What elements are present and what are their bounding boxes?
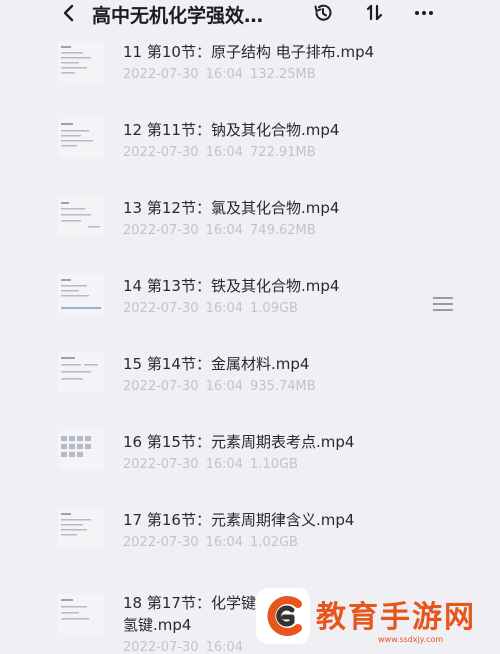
file-name: 13 第12节：氯及其化合物.mp4 <box>123 199 340 217</box>
file-date: 2022-07-30 <box>123 145 199 160</box>
file-name-line2: 氢键.mp4 <box>123 616 192 634</box>
file-row[interactable]: 16 第15节：元素周期表考点.mp4 2022-07-30 16:04 1.10G… <box>0 420 500 498</box>
chevron-left-icon[interactable] <box>60 2 80 24</box>
watermark-text: 教育手游网 <box>316 600 476 635</box>
file-row[interactable]: 12 第11节：钠及其化合物.mp4 2022-07-30 16:04 722.91… <box>0 108 500 186</box>
top-bar: 高中无机化学强效… <box>0 0 500 30</box>
file-name: 17 第16节：元素周期律含义.mp4 <box>123 511 355 529</box>
file-row[interactable]: 15 第14节：金属材料.mp4 2022-07-30 16:04 935.74MB <box>0 342 500 420</box>
video-thumbnail <box>58 42 104 82</box>
file-date: 2022-07-30 <box>123 379 199 394</box>
video-thumbnail <box>58 196 104 236</box>
video-thumbnail <box>58 508 104 548</box>
file-row[interactable]: 17 第16节：元素周期律含义.mp4 2022-07-30 16:04 1.02G… <box>0 498 500 576</box>
file-meta: 2022-07-30 16:04 132.25MB <box>123 67 323 82</box>
video-thumbnail <box>58 274 104 314</box>
file-size: 1.02GB <box>250 535 298 550</box>
file-name: 16 第15节：元素周期表考点.mp4 <box>123 433 355 451</box>
file-meta: 2022-07-30 16:04 <box>123 640 257 654</box>
file-date: 2022-07-30 <box>123 67 199 82</box>
file-time: 16:04 <box>205 535 244 550</box>
file-name: 11 第10节：原子结构 电子排布.mp4 <box>123 43 375 61</box>
file-row[interactable]: 11 第10节：原子结构 电子排布.mp4 2022-07-30 16:04 132… <box>0 30 500 108</box>
file-time: 16:04 <box>205 145 244 160</box>
file-time: 16:04 <box>205 457 244 472</box>
file-date: 2022-07-30 <box>123 640 199 654</box>
file-time: 16:04 <box>205 640 244 654</box>
file-date: 2022-07-30 <box>123 457 199 472</box>
file-size: 722.91MB <box>250 145 316 160</box>
file-time: 16:04 <box>205 301 244 316</box>
video-thumbnail <box>58 118 104 158</box>
file-name: 15 第14节：金属材料.mp4 <box>123 355 310 373</box>
site-watermark: 教育手游网 www.ssdxjy.com <box>248 578 500 654</box>
more-dots-icon[interactable] <box>412 2 436 24</box>
watermark-url: www.ssdxjy.com <box>378 635 444 644</box>
file-name: 18 第17节：化学键 <box>123 594 256 612</box>
file-row[interactable]: 14 第13节：铁及其化合物.mp4 2022-07-30 16:04 1.09GB <box>0 264 500 342</box>
file-date: 2022-07-30 <box>123 535 199 550</box>
file-meta: 2022-07-30 16:04 935.74MB <box>123 379 323 394</box>
file-meta: 2022-07-30 16:04 1.09GB <box>123 301 305 316</box>
file-time: 16:04 <box>205 67 244 82</box>
file-time: 16:04 <box>205 379 244 394</box>
folder-title: 高中无机化学强效… <box>92 5 264 27</box>
sort-icon[interactable] <box>364 2 386 24</box>
video-thumbnail <box>58 594 104 634</box>
file-name: 12 第11节：钠及其化合物.mp4 <box>123 121 340 139</box>
file-meta: 2022-07-30 16:04 722.91MB <box>123 145 323 160</box>
file-row[interactable]: 13 第12节：氯及其化合物.mp4 2022-07-30 16:04 749.62… <box>0 186 500 264</box>
file-name: 14 第13节：铁及其化合物.mp4 <box>123 277 340 295</box>
file-date: 2022-07-30 <box>123 223 199 238</box>
drag-handle-icon[interactable] <box>432 296 454 312</box>
video-thumbnail <box>58 430 104 470</box>
history-icon[interactable] <box>312 2 334 24</box>
file-size: 132.25MB <box>250 67 316 82</box>
file-date: 2022-07-30 <box>123 301 199 316</box>
file-list-screen: 高中无机化学强效… 11 第10节：原子结构 电子排布.mp4 2022-07-… <box>0 0 500 654</box>
file-size: 1.10GB <box>250 457 298 472</box>
file-meta: 2022-07-30 16:04 749.62MB <box>123 223 323 238</box>
file-size: 1.09GB <box>250 301 298 316</box>
file-meta: 2022-07-30 16:04 1.10GB <box>123 457 305 472</box>
watermark-logo-icon <box>254 586 312 646</box>
file-size: 749.62MB <box>250 223 316 238</box>
file-meta: 2022-07-30 16:04 1.02GB <box>123 535 305 550</box>
file-time: 16:04 <box>205 223 244 238</box>
file-size: 935.74MB <box>250 379 316 394</box>
video-thumbnail <box>58 352 104 392</box>
